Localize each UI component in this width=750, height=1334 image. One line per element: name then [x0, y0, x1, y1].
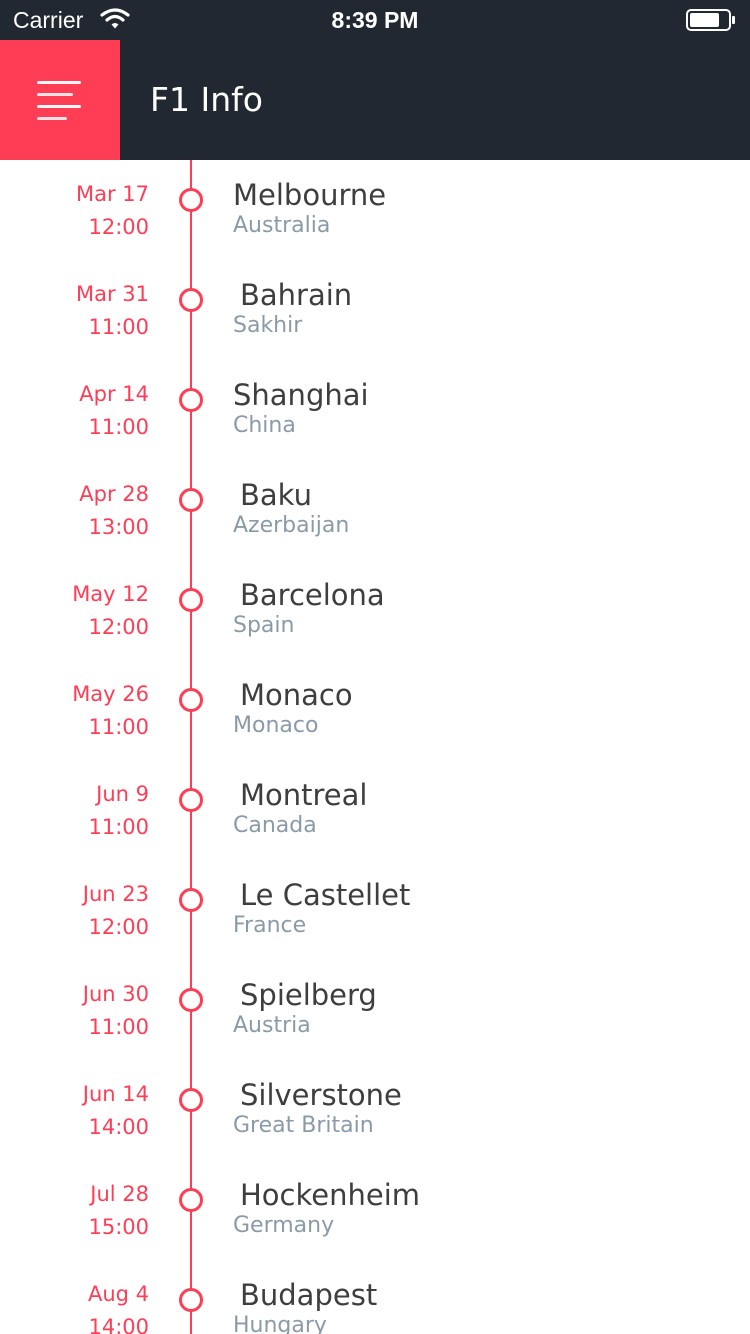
timeline-dot [179, 1088, 203, 1112]
race-date: Jun 30 [82, 982, 149, 1006]
race-country: China [233, 413, 296, 438]
race-city: Bahrain [240, 278, 353, 312]
race-country: Canada [233, 813, 317, 838]
timeline-dot [179, 1288, 203, 1312]
page-title: F1 Info [150, 80, 263, 119]
race-item[interactable]: Jun 23 12:00 Le Castellet France [0, 860, 750, 960]
timeline-dot [179, 288, 203, 312]
race-date: Apr 14 [79, 382, 149, 406]
race-item[interactable]: Apr 14 11:00 Shanghai China [0, 360, 750, 460]
timeline-dot [179, 888, 203, 912]
race-item[interactable]: May 12 12:00 Barcelona Spain [0, 560, 750, 660]
race-country: Austria [233, 1013, 311, 1038]
timeline-dot [179, 188, 203, 212]
race-time: 13:00 [88, 515, 149, 539]
menu-button[interactable] [0, 40, 120, 160]
timeline-dot [179, 388, 203, 412]
timeline-dot [179, 488, 203, 512]
race-item[interactable]: Apr 28 13:00 Baku Azerbaijan [0, 460, 750, 560]
race-city: Spielberg [240, 978, 377, 1012]
race-city: Budapest [240, 1278, 378, 1312]
timeline-dot [179, 588, 203, 612]
race-country: Azerbaijan [233, 513, 350, 538]
race-country: France [233, 913, 307, 938]
race-country: Monaco [233, 713, 319, 738]
race-item[interactable]: Mar 17 12:00 Melbourne Australia [0, 160, 750, 260]
race-item[interactable]: Mar 31 11:00 Bahrain Sakhir [0, 260, 750, 360]
race-item[interactable]: May 26 11:00 Monaco Monaco [0, 660, 750, 760]
race-city: Montreal [240, 778, 368, 812]
race-date: Apr 28 [79, 482, 149, 506]
status-time: 8:39 PM [331, 7, 419, 33]
race-country: Great Britain [233, 1113, 374, 1138]
race-city: Baku [240, 478, 312, 512]
race-date: Jul 28 [90, 1182, 149, 1206]
race-country: Spain [233, 613, 295, 638]
race-time: 12:00 [88, 615, 149, 639]
race-item[interactable]: Jun 14 14:00 Silverstone Great Britain [0, 1060, 750, 1160]
race-date: Jun 23 [82, 882, 149, 906]
timeline-dot [179, 788, 203, 812]
race-country: Hungary [233, 1313, 327, 1334]
race-city: Barcelona [240, 578, 385, 612]
race-item[interactable]: Jul 28 15:00 Hockenheim Germany [0, 1160, 750, 1260]
race-city: Silverstone [240, 1078, 402, 1112]
status-bar: Carrier 8:39 PM [0, 0, 750, 40]
race-date: Aug 4 [87, 1282, 149, 1306]
race-date: May 26 [72, 682, 149, 706]
race-time: 11:00 [88, 1015, 149, 1039]
race-country: Australia [233, 213, 331, 238]
timeline-dot [179, 988, 203, 1012]
race-time: 12:00 [88, 215, 149, 239]
race-item[interactable]: Jun 9 11:00 Montreal Canada [0, 760, 750, 860]
race-city: Melbourne [233, 178, 387, 212]
race-date: May 12 [72, 582, 149, 606]
race-city: Hockenheim [240, 1178, 421, 1212]
race-item[interactable]: Aug 4 14:00 Budapest Hungary [0, 1260, 750, 1334]
race-country: Sakhir [233, 313, 303, 338]
race-time: 15:00 [88, 1215, 149, 1239]
race-time: 12:00 [88, 915, 149, 939]
race-time: 14:00 [88, 1115, 149, 1139]
battery-icon [686, 9, 736, 36]
race-city: Shanghai [233, 378, 369, 412]
race-country: Germany [233, 1213, 335, 1238]
race-date: Mar 31 [75, 282, 149, 306]
race-date: Jun 9 [96, 782, 149, 806]
race-time: 11:00 [88, 715, 149, 739]
race-city: Monaco [240, 678, 353, 712]
race-time: 11:00 [88, 315, 149, 339]
menu-icon [37, 81, 81, 120]
timeline-dot [179, 688, 203, 712]
race-time: 11:00 [88, 415, 149, 439]
race-city: Le Castellet [240, 878, 411, 912]
race-time: 11:00 [88, 815, 149, 839]
race-date: Mar 17 [75, 182, 149, 206]
race-date: Jun 14 [82, 1082, 149, 1106]
timeline-dot [179, 1188, 203, 1212]
race-time: 14:00 [88, 1315, 149, 1334]
app-header: F1 Info [0, 40, 750, 160]
race-item[interactable]: Jun 30 11:00 Spielberg Austria [0, 960, 750, 1060]
